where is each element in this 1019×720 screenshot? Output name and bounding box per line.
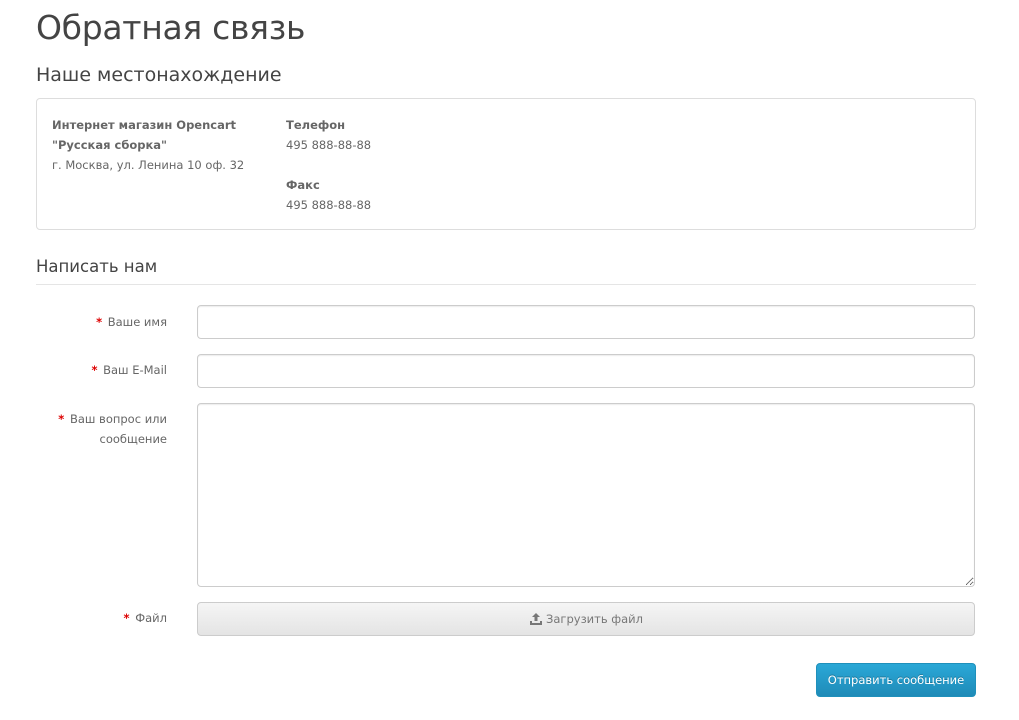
email-input[interactable]: [197, 354, 975, 388]
file-label-text: Файл: [135, 611, 167, 625]
email-label-text: Ваш E-Mail: [103, 363, 167, 377]
store-address-block: Интернет магазин Opencart "Русская сборк…: [52, 115, 272, 175]
required-mark: *: [96, 315, 103, 329]
fax-label: Факс: [286, 178, 320, 192]
location-panel: Интернет магазин Opencart "Русская сборк…: [36, 98, 976, 230]
name-label: * Ваше имя: [96, 312, 167, 332]
required-mark: *: [123, 611, 130, 625]
required-mark: *: [91, 363, 98, 377]
email-label: * Ваш E-Mail: [91, 360, 167, 380]
phone-value: 495 888-88-88: [286, 138, 372, 152]
contact-block: Телефон 495 888-88-88 Факс 495 888-88-88: [286, 115, 486, 215]
required-mark: *: [58, 412, 65, 426]
fax-value: 495 888-88-88: [286, 198, 372, 212]
upload-icon: [530, 613, 542, 625]
store-address: г. Москва, ул. Ленина 10 оф. 32: [52, 158, 245, 172]
submit-button[interactable]: Отправить сообщение: [816, 663, 976, 697]
form-divider: [36, 284, 976, 285]
enquiry-label-text: Ваш вопрос или сообщение: [69, 412, 167, 446]
name-input[interactable]: [197, 305, 975, 339]
store-name-line2: "Русская сборка": [52, 138, 168, 152]
enquiry-textarea[interactable]: [197, 403, 975, 587]
file-label: * Файл: [124, 608, 167, 628]
enquiry-label: * Ваш вопрос или сообщение: [37, 409, 167, 449]
fax-block: Факс 495 888-88-88: [286, 175, 486, 215]
upload-file-label: Загрузить файл: [546, 612, 643, 626]
name-label-text: Ваше имя: [107, 315, 167, 329]
store-name-line1: Интернет магазин Opencart: [52, 118, 237, 132]
page-title: Обратная связь: [36, 8, 306, 47]
upload-file-button[interactable]: Загрузить файл: [197, 602, 975, 636]
location-heading: Наше местонахождение: [36, 64, 282, 86]
phone-label: Телефон: [286, 118, 346, 132]
contact-form-heading: Написать нам: [36, 257, 158, 276]
